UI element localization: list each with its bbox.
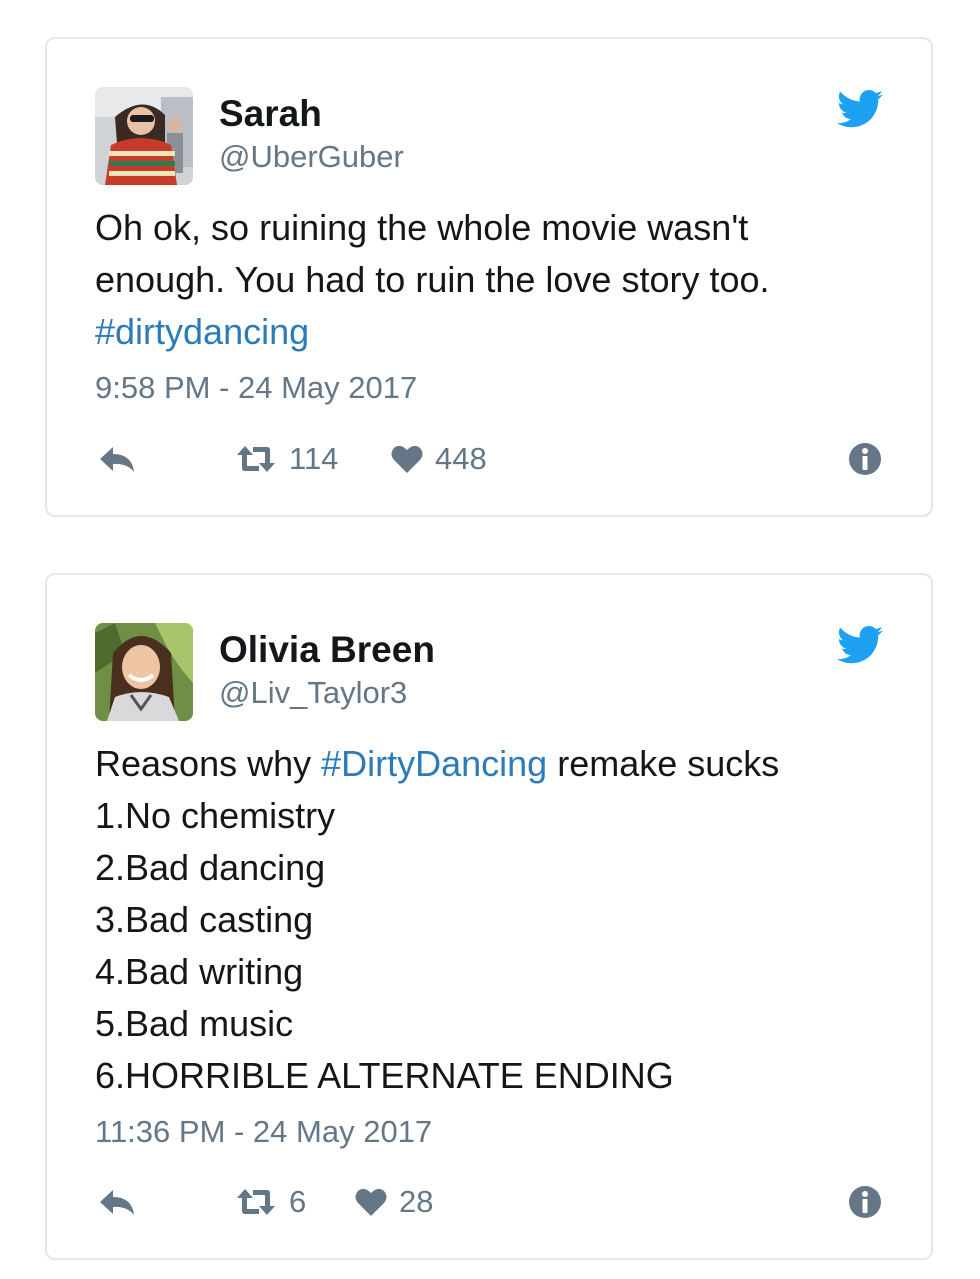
retweet-button[interactable]: 114 [235, 437, 338, 481]
retweet-count: 114 [289, 441, 339, 476]
retweet-icon [237, 1189, 275, 1215]
twitter-bird-icon[interactable] [837, 625, 883, 665]
retweet-count: 6 [289, 1184, 307, 1219]
like-count: 448 [435, 441, 487, 476]
list-item: 1.No chemistry [95, 795, 336, 836]
hashtag-link[interactable]: #DirtyDancing [321, 743, 547, 784]
tweet-timestamp[interactable]: 9:58 PM - 24 May 2017 [95, 370, 417, 406]
tweet-text-line: Reasons why #DirtyDancing remake sucks [95, 738, 883, 790]
tweet-text-line: Oh ok, so ruining the whole movie wasn't [95, 207, 749, 248]
user-handle[interactable]: @Liv_Taylor3 [219, 675, 407, 711]
tweet-text: Oh ok, so ruining the whole movie wasn't… [95, 202, 883, 358]
retweet-button[interactable]: 6 [235, 1180, 306, 1224]
list-item: 2.Bad dancing [95, 847, 326, 888]
reply-button[interactable] [97, 437, 137, 481]
info-icon[interactable] [847, 1184, 883, 1220]
tweet-actions: 114 448 [95, 437, 883, 481]
list-item: 6.HORRIBLE ALTERNATE ENDING [95, 1055, 674, 1096]
reply-button[interactable] [97, 1180, 137, 1224]
list-item: 4.Bad writing [95, 951, 304, 992]
like-count: 28 [399, 1184, 434, 1219]
tweet-text-fragment: Reasons why [95, 743, 322, 784]
tweet-text-fragment: remake sucks [547, 743, 780, 784]
list-item: 5.Bad music [95, 1003, 294, 1044]
reply-icon [100, 1190, 134, 1215]
hashtag-link[interactable]: #dirtydancing [95, 311, 309, 352]
avatar[interactable] [95, 87, 193, 185]
info-icon[interactable] [847, 441, 883, 477]
tweet-timestamp[interactable]: 11:36 PM - 24 May 2017 [95, 1114, 432, 1150]
like-button[interactable]: 28 [355, 1180, 433, 1224]
reply-icon [100, 447, 134, 472]
avatar[interactable] [95, 623, 193, 721]
heart-icon [391, 445, 423, 473]
display-name[interactable]: Olivia Breen [219, 629, 435, 671]
heart-icon [355, 1188, 387, 1216]
tweet-text: Reasons why #DirtyDancing remake sucks 1… [95, 738, 883, 1102]
tweet-text-line: enough. You had to ruin the love story t… [95, 259, 770, 300]
tweet-card: Sarah @UberGuber Oh ok, so ruining the w… [45, 37, 933, 517]
user-handle[interactable]: @UberGuber [219, 139, 404, 175]
tweet-card: Olivia Breen @Liv_Taylor3 Reasons why #D… [45, 573, 933, 1260]
like-button[interactable]: 448 [391, 437, 487, 481]
retweet-icon [237, 446, 275, 472]
twitter-bird-icon[interactable] [837, 89, 883, 129]
list-item: 3.Bad casting [95, 899, 314, 940]
display-name[interactable]: Sarah [219, 93, 322, 135]
tweet-actions: 6 28 [95, 1180, 883, 1224]
